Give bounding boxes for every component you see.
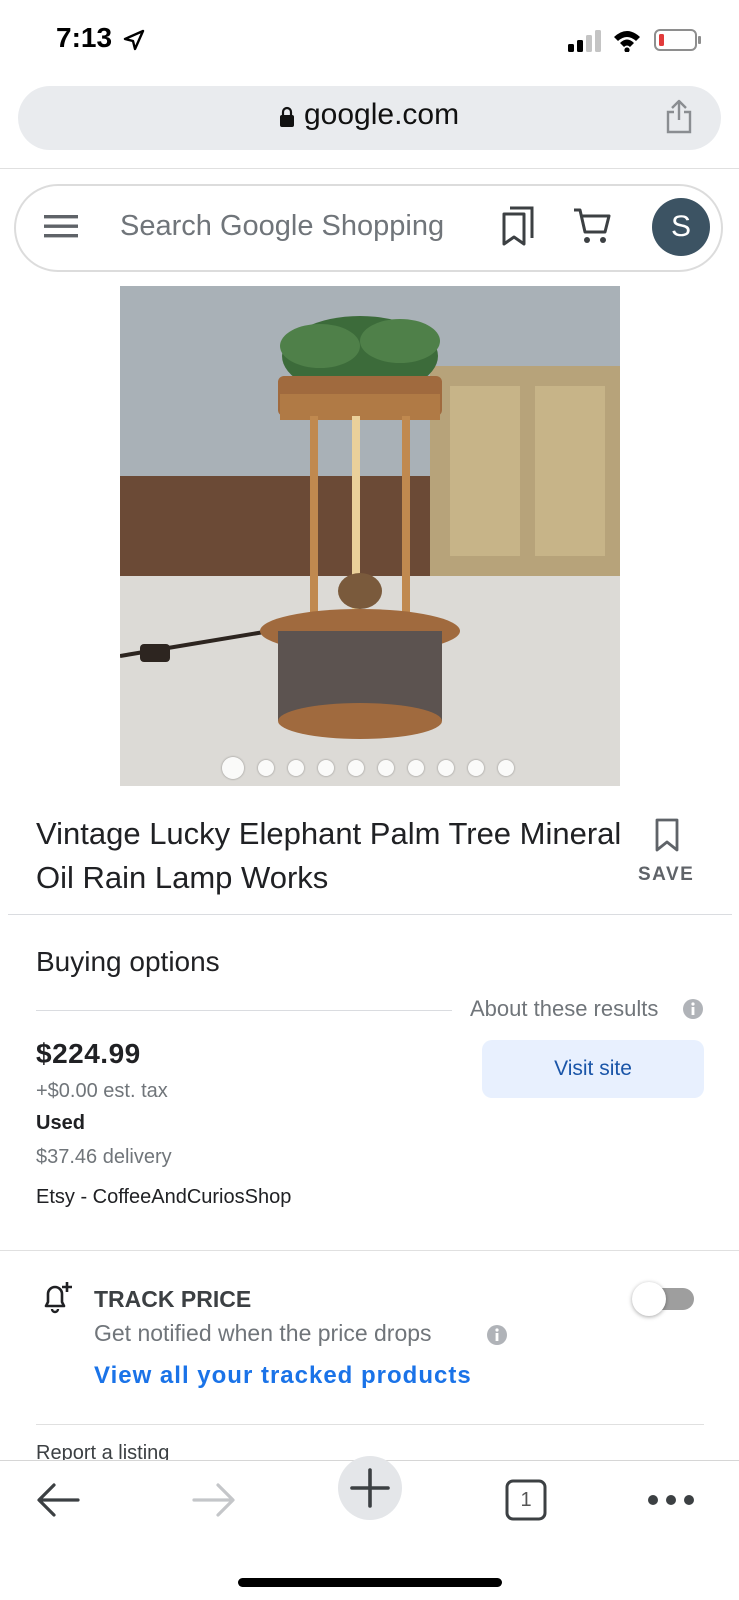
pagination-dot[interactable] [498,760,514,776]
save-button[interactable]: SAVE [638,864,694,886]
product-title: Vintage Lucky Elephant Palm Tree Mineral… [36,816,622,895]
delivery-cost: $37.46 delivery [36,1146,172,1168]
menu-icon[interactable] [44,212,78,240]
home-indicator[interactable] [238,1578,502,1587]
visit-site-button[interactable]: Visit site [482,1040,704,1098]
pagination-dot[interactable] [318,760,334,776]
seller-name[interactable]: Etsy - CoffeeAndCuriosShop [36,1186,291,1209]
divider [8,914,732,915]
status-bar: 7:13 [0,0,739,82]
divider [0,1250,739,1251]
bookmark-icon[interactable] [654,818,680,852]
cart-icon[interactable] [572,206,612,246]
track-price-toggle[interactable] [632,1282,696,1316]
lock-icon [280,106,294,127]
about-results-link[interactable]: About these results [470,996,658,1022]
product-photo [120,286,620,786]
back-arrow-icon[interactable] [34,1480,82,1520]
location-arrow-icon [123,29,145,51]
info-icon[interactable] [682,998,704,1020]
pagination-dot[interactable] [348,760,364,776]
tax-text: +$0.00 est. tax [36,1080,168,1102]
avatar[interactable]: S [652,198,710,256]
price: $224.99 [36,1038,141,1069]
url-text[interactable]: google.com [304,98,459,132]
tracked-products-link[interactable]: View all your tracked products [94,1362,472,1390]
section-heading: Buying options [36,946,220,977]
pagination-dot[interactable] [288,760,304,776]
toggle-knob [632,1282,666,1316]
info-icon[interactable] [486,1324,508,1346]
pagination-dot[interactable] [222,757,244,779]
pagination-dot[interactable] [408,760,424,776]
share-icon[interactable] [664,98,694,134]
tab-count[interactable]: 1 [504,1478,548,1522]
image-pagination [222,756,528,780]
wifi-icon [614,31,640,52]
product-image[interactable] [120,286,620,786]
signal-icon [568,30,601,52]
status-time: 7:13 [56,22,113,53]
page: 7:13 google.com Search Google Shopping S… [0,0,739,1600]
pagination-dot[interactable] [378,760,394,776]
battery-icon [654,29,701,51]
condition: Used [36,1112,85,1134]
more-dots-icon[interactable] [646,1490,696,1510]
divider [36,1424,704,1425]
plus-icon[interactable] [348,1466,392,1510]
track-price-title: TRACK PRICE [94,1286,252,1312]
pagination-dot[interactable] [468,760,484,776]
track-price-subtitle: Get notified when the price drops [94,1320,432,1346]
bell-plus-icon [44,1282,72,1314]
forward-arrow-icon[interactable] [190,1480,238,1520]
search-input[interactable]: Search Google Shopping [120,210,444,243]
bookmarks-icon[interactable] [500,206,536,246]
divider [0,168,739,169]
divider [36,1010,452,1011]
pagination-dot[interactable] [258,760,274,776]
pagination-dot[interactable] [438,760,454,776]
